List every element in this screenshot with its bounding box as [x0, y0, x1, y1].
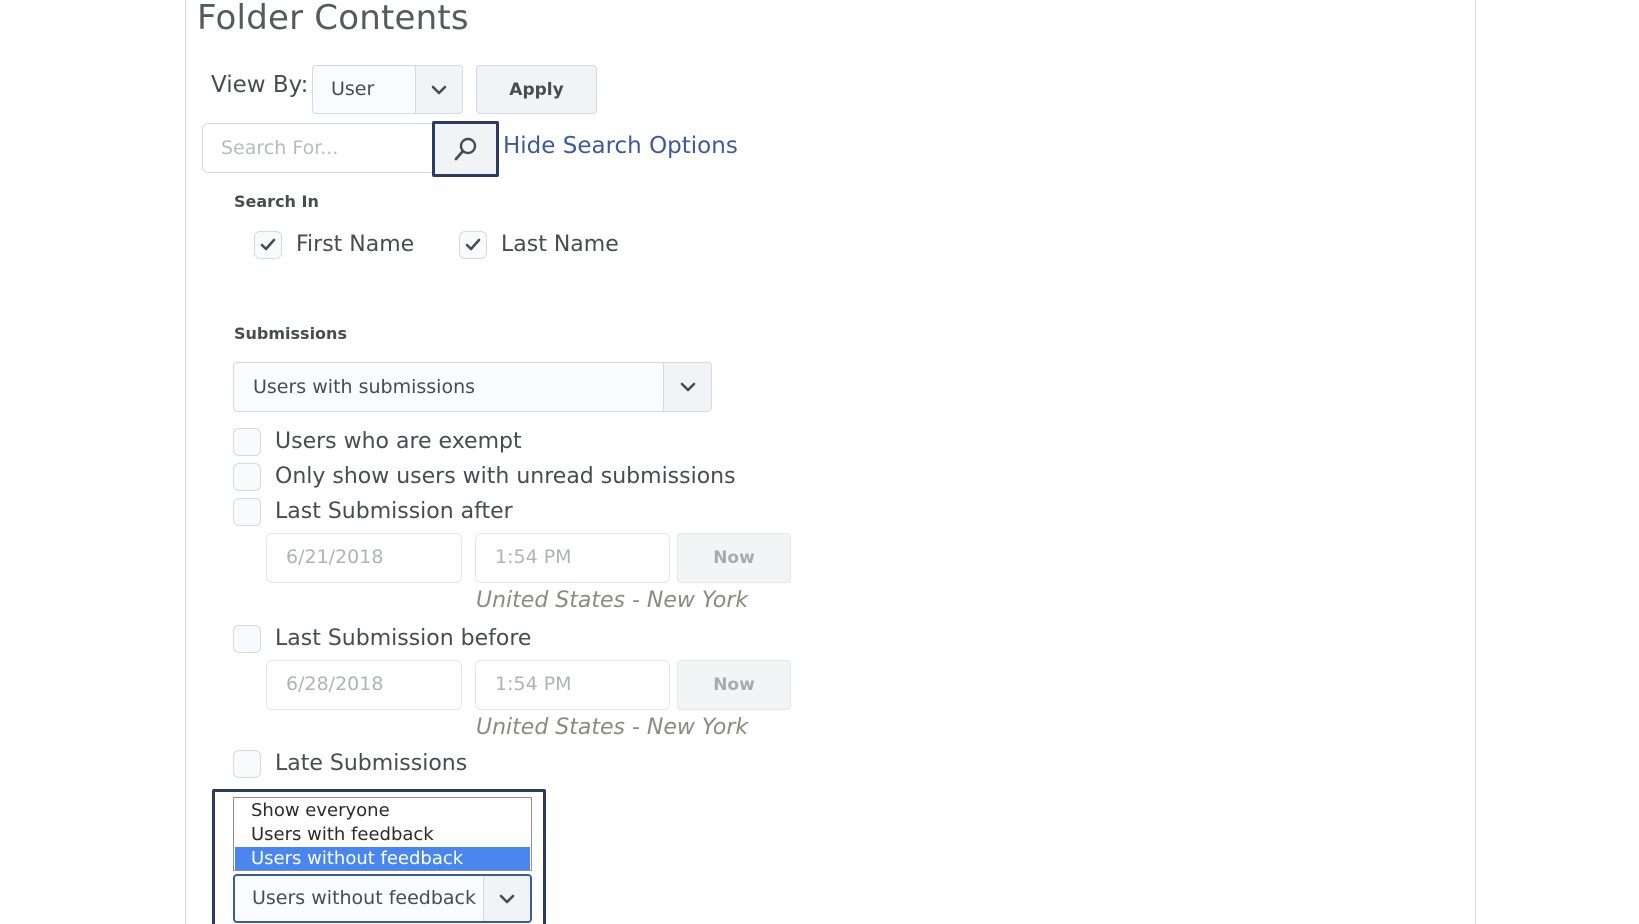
after-now-button[interactable]: Now	[677, 533, 791, 583]
before-timezone: United States - New York	[476, 715, 749, 740]
submissions-select[interactable]: Users with submissions	[233, 362, 712, 412]
exempt-label: Users who are exempt	[275, 429, 522, 454]
late-submissions-checkbox[interactable]	[233, 750, 261, 778]
before-date-value: 6/28/2018	[286, 673, 384, 695]
after-date-input[interactable]: 6/21/2018	[266, 533, 462, 583]
last-name-label: Last Name	[501, 232, 619, 257]
after-time-value: 1:54 PM	[495, 546, 572, 568]
unread-label: Only show users with unread submissions	[275, 464, 736, 489]
submissions-label: Submissions	[234, 324, 347, 343]
feedback-option-without-feedback[interactable]: Users without feedback	[235, 847, 530, 870]
exempt-checkbox[interactable]	[233, 428, 261, 456]
search-placeholder: Search For...	[221, 137, 339, 159]
chevron-down-icon	[431, 85, 447, 94]
search-button[interactable]	[432, 121, 499, 177]
search-input[interactable]: Search For...	[202, 123, 434, 173]
checkmark-icon	[260, 238, 276, 251]
hide-search-options-link[interactable]: Hide Search Options	[503, 133, 738, 159]
feedback-dropdown-toggle[interactable]	[483, 876, 530, 921]
submission-before-label: Last Submission before	[275, 626, 532, 651]
apply-button[interactable]: Apply	[476, 65, 597, 114]
feedback-option-show-everyone[interactable]: Show everyone	[235, 799, 530, 822]
panel-border-right	[1475, 0, 1476, 924]
submission-after-checkbox[interactable]	[233, 498, 261, 526]
chevron-down-icon	[499, 894, 515, 903]
panel-border-left	[185, 0, 186, 924]
first-name-checkbox[interactable]	[254, 231, 282, 259]
feedback-select[interactable]: Users without feedback	[233, 874, 532, 923]
submission-before-checkbox[interactable]	[233, 625, 261, 653]
checkmark-icon	[465, 238, 481, 251]
view-by-select[interactable]: User	[312, 65, 463, 114]
view-by-selected-value: User	[331, 78, 375, 100]
view-by-dropdown-toggle[interactable]	[415, 66, 462, 113]
before-now-button[interactable]: Now	[677, 660, 791, 710]
late-submissions-label: Late Submissions	[275, 751, 468, 776]
after-date-value: 6/21/2018	[286, 546, 384, 568]
unread-checkbox[interactable]	[233, 463, 261, 491]
chevron-down-icon	[680, 382, 695, 392]
search-in-label: Search In	[234, 192, 319, 211]
submissions-selected-value: Users with submissions	[253, 376, 476, 398]
after-time-input[interactable]: 1:54 PM	[475, 533, 670, 583]
feedback-option-with-feedback[interactable]: Users with feedback	[235, 823, 530, 846]
submissions-dropdown-toggle[interactable]	[663, 363, 711, 411]
feedback-options-list[interactable]: Show everyone Users with feedback Users …	[233, 797, 532, 871]
search-icon	[454, 137, 476, 161]
submission-after-label: Last Submission after	[275, 499, 513, 524]
before-time-input[interactable]: 1:54 PM	[475, 660, 670, 710]
before-time-value: 1:54 PM	[495, 673, 572, 695]
last-name-checkbox[interactable]	[459, 231, 487, 259]
page-title: Folder Contents	[197, 0, 469, 38]
feedback-selected-value: Users without feedback	[252, 887, 476, 909]
view-by-label: View By:	[211, 72, 309, 98]
before-date-input[interactable]: 6/28/2018	[266, 660, 462, 710]
after-timezone: United States - New York	[476, 588, 749, 613]
first-name-label: First Name	[296, 232, 415, 257]
